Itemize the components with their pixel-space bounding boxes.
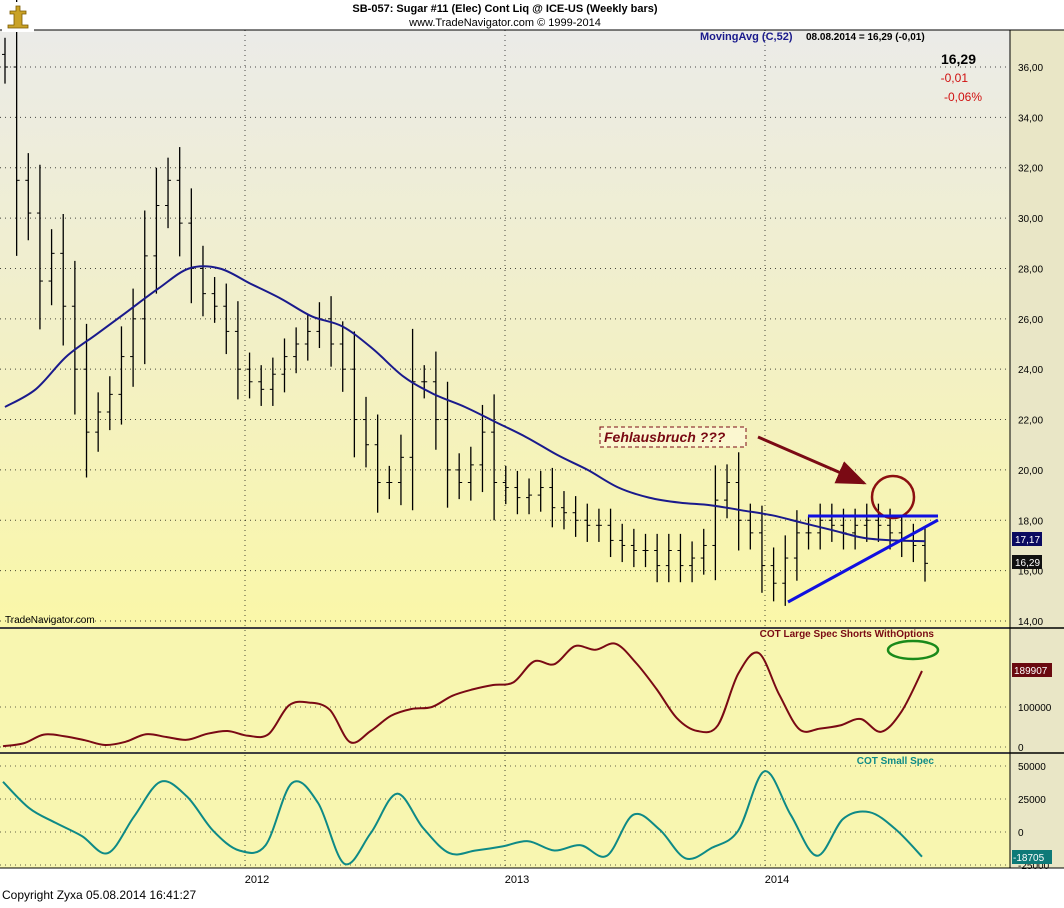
quote-last: 16,29	[941, 51, 976, 67]
price-tick-label: 26,00	[1018, 315, 1043, 326]
price-tick-label: 22,00	[1018, 416, 1043, 427]
chart-title: SB-057: Sugar #11 (Elec) Cont Liq @ ICE-…	[352, 3, 658, 15]
quote-change-pct: -0,06%	[944, 90, 982, 104]
price-value: 16,29	[1015, 558, 1040, 569]
annotation-text: Fehlausbruch ???	[604, 429, 726, 445]
x-tick-label: 2014	[765, 874, 789, 886]
large-spec-tick-label: 100000	[1018, 703, 1052, 714]
price-tick-label: 34,00	[1018, 113, 1043, 124]
large-spec-title: COT Large Spec Shorts WithOptions	[760, 629, 935, 640]
moving-avg-value: 17,17	[1015, 535, 1040, 546]
small-spec-tick-label: 0	[1018, 828, 1024, 839]
x-tick-label: 2012	[245, 874, 269, 886]
moving-avg-label: MovingAvg (C,52)	[700, 31, 793, 43]
small-spec-tick-label: 25000	[1018, 795, 1046, 806]
chart-window: SB-057: Sugar #11 (Elec) Cont Liq @ ICE-…	[0, 0, 1064, 903]
chart-canvas: 14,0016,0018,0020,0022,0024,0026,0028,00…	[0, 0, 1064, 902]
chart-copyright: www.TradeNavigator.com © 1999-2014	[409, 17, 601, 29]
price-tick-label: 28,00	[1018, 264, 1043, 275]
price-tick-label: 36,00	[1018, 63, 1043, 74]
price-tick-label: 18,00	[1018, 516, 1043, 527]
large-spec-tick-label: 0	[1018, 743, 1024, 754]
watermark: TradeNavigator.com	[5, 615, 95, 626]
small-spec-title: COT Small Spec	[857, 756, 935, 767]
price-tick-label: 14,00	[1018, 617, 1043, 628]
price-tick-label: 24,00	[1018, 365, 1043, 376]
moving-avg-reading: 08.08.2014 = 16,29 (-0,01)	[806, 32, 925, 43]
price-tick-label: 20,00	[1018, 466, 1043, 477]
quote-change: -0,01	[941, 71, 969, 85]
large-spec-value: 189907	[1014, 666, 1048, 677]
price-tick-label: 30,00	[1018, 214, 1043, 225]
x-tick-label: 2013	[505, 874, 529, 886]
small-spec-tick-label: 50000	[1018, 762, 1046, 773]
small-spec-value: -18705	[1013, 853, 1045, 864]
price-tick-label: 32,00	[1018, 164, 1043, 175]
footer-copyright: Copyright Zyxa 05.08.2014 16:41:27	[2, 888, 196, 902]
